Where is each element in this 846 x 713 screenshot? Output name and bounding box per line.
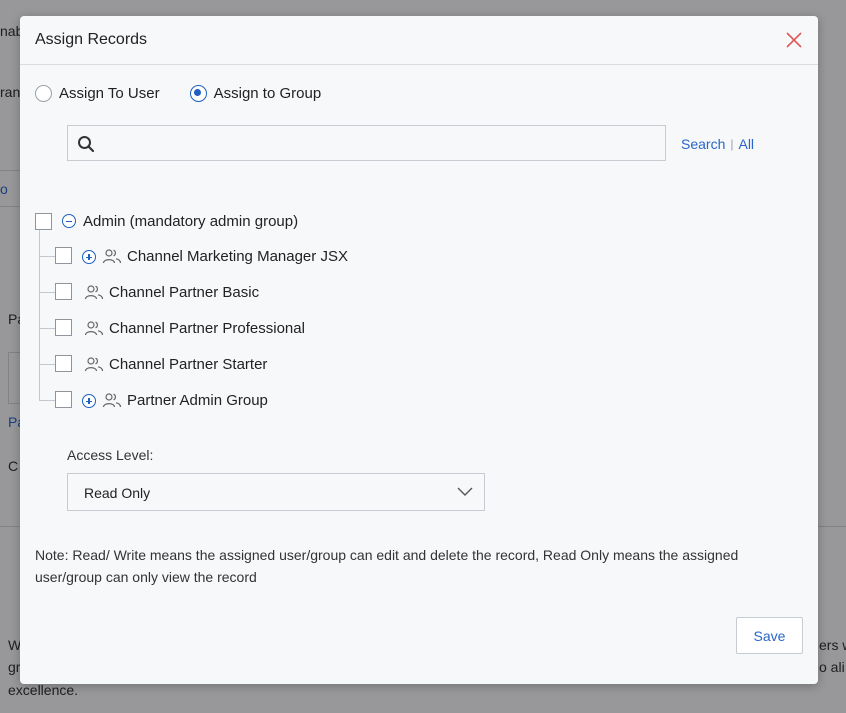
- collapse-icon[interactable]: [62, 214, 76, 228]
- access-level-label: Access Level:: [67, 447, 154, 463]
- tree-connector: [39, 256, 55, 257]
- chevron-down-icon: [457, 487, 473, 496]
- group-icon: [84, 357, 104, 372]
- all-link[interactable]: All: [738, 136, 754, 152]
- tree-node-label: Channel Partner Starter: [109, 356, 268, 373]
- group-icon: [84, 321, 104, 336]
- assign-to-group-radio[interactable]: [189, 84, 207, 102]
- tree-node-checkbox[interactable]: [55, 391, 72, 408]
- tree-node-checkbox[interactable]: [55, 283, 72, 300]
- search-link[interactable]: Search: [681, 136, 725, 152]
- save-button[interactable]: Save: [736, 617, 803, 654]
- assign-to-group-label: Assign to Group: [213, 84, 322, 102]
- dialog-header: Assign Records: [20, 16, 818, 65]
- access-level-select[interactable]: Read Only: [67, 473, 485, 511]
- group-icon: [102, 393, 122, 408]
- tree-node-label: Channel Marketing Manager JSX: [127, 248, 348, 265]
- tree-node-label: Channel Partner Basic: [109, 284, 260, 301]
- tree-connector: [39, 328, 55, 329]
- expand-icon[interactable]: [82, 394, 96, 408]
- assign-to-user-option[interactable]: Assign To User: [35, 84, 160, 102]
- close-icon[interactable]: [784, 30, 804, 50]
- tree-node-checkbox[interactable]: [55, 355, 72, 372]
- tree-node-label: Admin (mandatory admin group): [83, 213, 299, 230]
- tree-connector: [39, 364, 55, 365]
- access-level-value: Read Only: [84, 485, 151, 501]
- tree-node-label: Channel Partner Professional: [109, 320, 305, 337]
- assign-type-radio-group: Assign To User Assign to Group: [35, 82, 351, 104]
- admin-group-checkbox[interactable]: [35, 213, 52, 230]
- search-field[interactable]: [67, 125, 666, 161]
- tree-node-checkbox[interactable]: [55, 247, 72, 264]
- assign-to-user-label: Assign To User: [59, 84, 160, 102]
- search-links: Search | All: [681, 136, 754, 152]
- search-links-separator: |: [730, 137, 734, 151]
- assign-to-user-radio[interactable]: [35, 84, 52, 102]
- expand-icon[interactable]: [82, 250, 96, 264]
- group-icon: [84, 285, 104, 300]
- dialog-title: Assign Records: [35, 31, 148, 48]
- access-level-note: Note: Read/ Write means the assigned use…: [35, 547, 739, 585]
- tree-node-checkbox[interactable]: [55, 319, 72, 336]
- tree-connector: [39, 400, 55, 401]
- assign-records-dialog: Assign Records Assign To User Assign to …: [20, 16, 818, 684]
- search-input[interactable]: [102, 128, 661, 160]
- search-icon: [78, 136, 95, 153]
- tree-connector: [39, 292, 55, 293]
- group-icon: [102, 249, 122, 264]
- assign-to-group-option[interactable]: Assign to Group: [189, 84, 322, 102]
- tree-node-label: Partner Admin Group: [127, 392, 268, 409]
